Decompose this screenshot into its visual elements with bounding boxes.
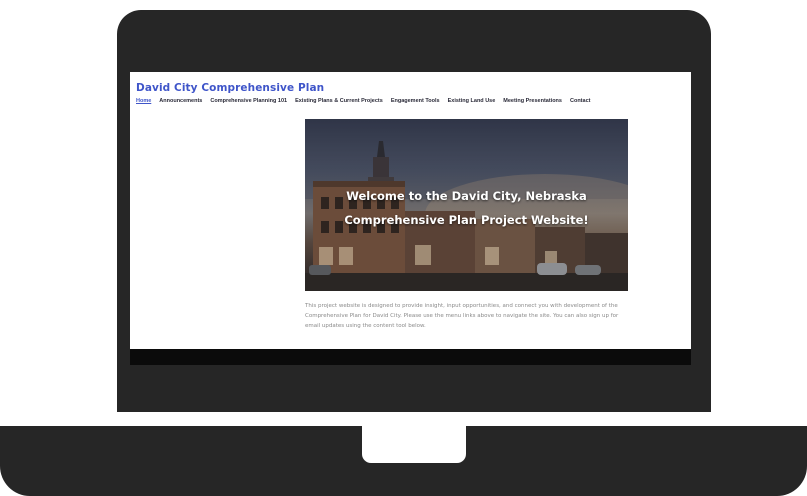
screen-bottom-bar — [130, 349, 691, 365]
nav-item-home[interactable]: Home — [136, 98, 151, 104]
hero-heading: Welcome to the David City, Nebraska Comp… — [305, 184, 628, 232]
main-nav: Home Announcements Comprehensive Plannin… — [136, 98, 590, 104]
nav-item-meeting-presentations[interactable]: Meeting Presentations — [503, 98, 562, 104]
nav-item-existing-plans[interactable]: Existing Plans & Current Projects — [295, 98, 383, 104]
nav-item-contact[interactable]: Contact — [570, 98, 590, 104]
hero-banner: Welcome to the David City, Nebraska Comp… — [305, 119, 628, 291]
site-title[interactable]: David City Comprehensive Plan — [136, 82, 324, 94]
laptop-screen: David City Comprehensive Plan Home Annou… — [130, 72, 691, 365]
laptop-base-notch — [362, 426, 466, 463]
nav-item-announcements[interactable]: Announcements — [159, 98, 202, 104]
nav-item-existing-land-use[interactable]: Existing Land Use — [448, 98, 496, 104]
intro-paragraph: This project website is designed to prov… — [305, 303, 619, 329]
hero-heading-line-2: Comprehensive Plan Project Website! — [344, 213, 589, 227]
nav-item-engagement-tools[interactable]: Engagement Tools — [391, 98, 440, 104]
laptop-base — [0, 426, 807, 496]
hero-heading-line-1: Welcome to the David City, Nebraska — [346, 189, 587, 203]
nav-item-comprehensive-planning-101[interactable]: Comprehensive Planning 101 — [210, 98, 287, 104]
